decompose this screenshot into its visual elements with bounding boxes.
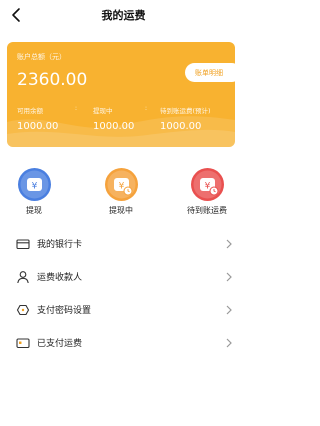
card-icon xyxy=(16,239,30,250)
stat-separator: : xyxy=(75,105,78,112)
top-bar: 我的运费 xyxy=(0,0,247,30)
stat-label: 待到账运费(预计) xyxy=(160,107,211,115)
menu-item-label: 支付密码设置 xyxy=(37,306,92,316)
stat-value: 1000.00 xyxy=(93,121,135,132)
shield-icon xyxy=(16,304,30,316)
wallet-icon xyxy=(16,338,30,349)
quick-actions: ¥ 提现 ¥ 提现中 ¥ 待到账运费 xyxy=(0,168,247,218)
chevron-right-icon xyxy=(226,239,232,249)
yen-clock-icon: ¥ xyxy=(190,168,224,201)
action-label: 待到账运费 xyxy=(187,206,227,215)
chevron-right-icon xyxy=(226,305,232,315)
balance-label: 账户总额（元） xyxy=(17,53,66,61)
person-icon xyxy=(17,271,29,284)
menu-item-bank-card[interactable]: 我的银行卡 xyxy=(0,228,247,261)
stat-label: 提现中 xyxy=(93,107,113,115)
stat-value: 1000.00 xyxy=(160,121,202,132)
pending-freight-action[interactable]: ¥ 待到账运费 xyxy=(177,168,237,216)
stat-value: 1000.00 xyxy=(17,121,59,132)
menu-item-paid-freight[interactable]: 已支付运费 xyxy=(0,327,247,360)
svg-text:¥: ¥ xyxy=(31,182,37,192)
menu-item-payee[interactable]: 运费收款人 xyxy=(0,261,247,294)
balance-card: 账户总额（元） 2360.00 账单明细 可用余额 1000.00 提现中 10… xyxy=(7,42,235,147)
action-label: 提现 xyxy=(26,206,42,215)
yen-icon: ¥ xyxy=(17,168,51,201)
menu-list: 我的银行卡 运费收款人 支付密码设置 已支付运费 xyxy=(0,228,247,360)
withdrawing-action[interactable]: ¥ 提现中 xyxy=(91,168,151,216)
menu-item-pay-password[interactable]: 支付密码设置 xyxy=(0,294,247,327)
stat-label: 可用余额 xyxy=(17,107,43,115)
withdraw-action[interactable]: ¥ 提现 xyxy=(4,168,64,216)
bill-details-button[interactable]: 账单明细 xyxy=(185,63,235,82)
stat-separator: : xyxy=(145,105,148,112)
menu-item-label: 运费收款人 xyxy=(37,273,83,283)
balance-amount: 2360.00 xyxy=(17,70,88,90)
menu-item-label: 我的银行卡 xyxy=(37,240,83,250)
menu-item-label: 已支付运费 xyxy=(37,339,83,349)
stat-pending: 待到账运费(预计) 1000.00 xyxy=(160,105,211,132)
stat-available: 可用余额 1000.00 xyxy=(17,105,58,132)
stat-withdrawing: 提现中 1000.00 xyxy=(93,105,134,132)
yen-clock-icon: ¥ xyxy=(104,168,138,201)
chevron-right-icon xyxy=(226,272,232,282)
action-label: 提现中 xyxy=(109,206,133,215)
chevron-right-icon xyxy=(226,338,232,348)
page-title: 我的运费 xyxy=(101,9,146,22)
